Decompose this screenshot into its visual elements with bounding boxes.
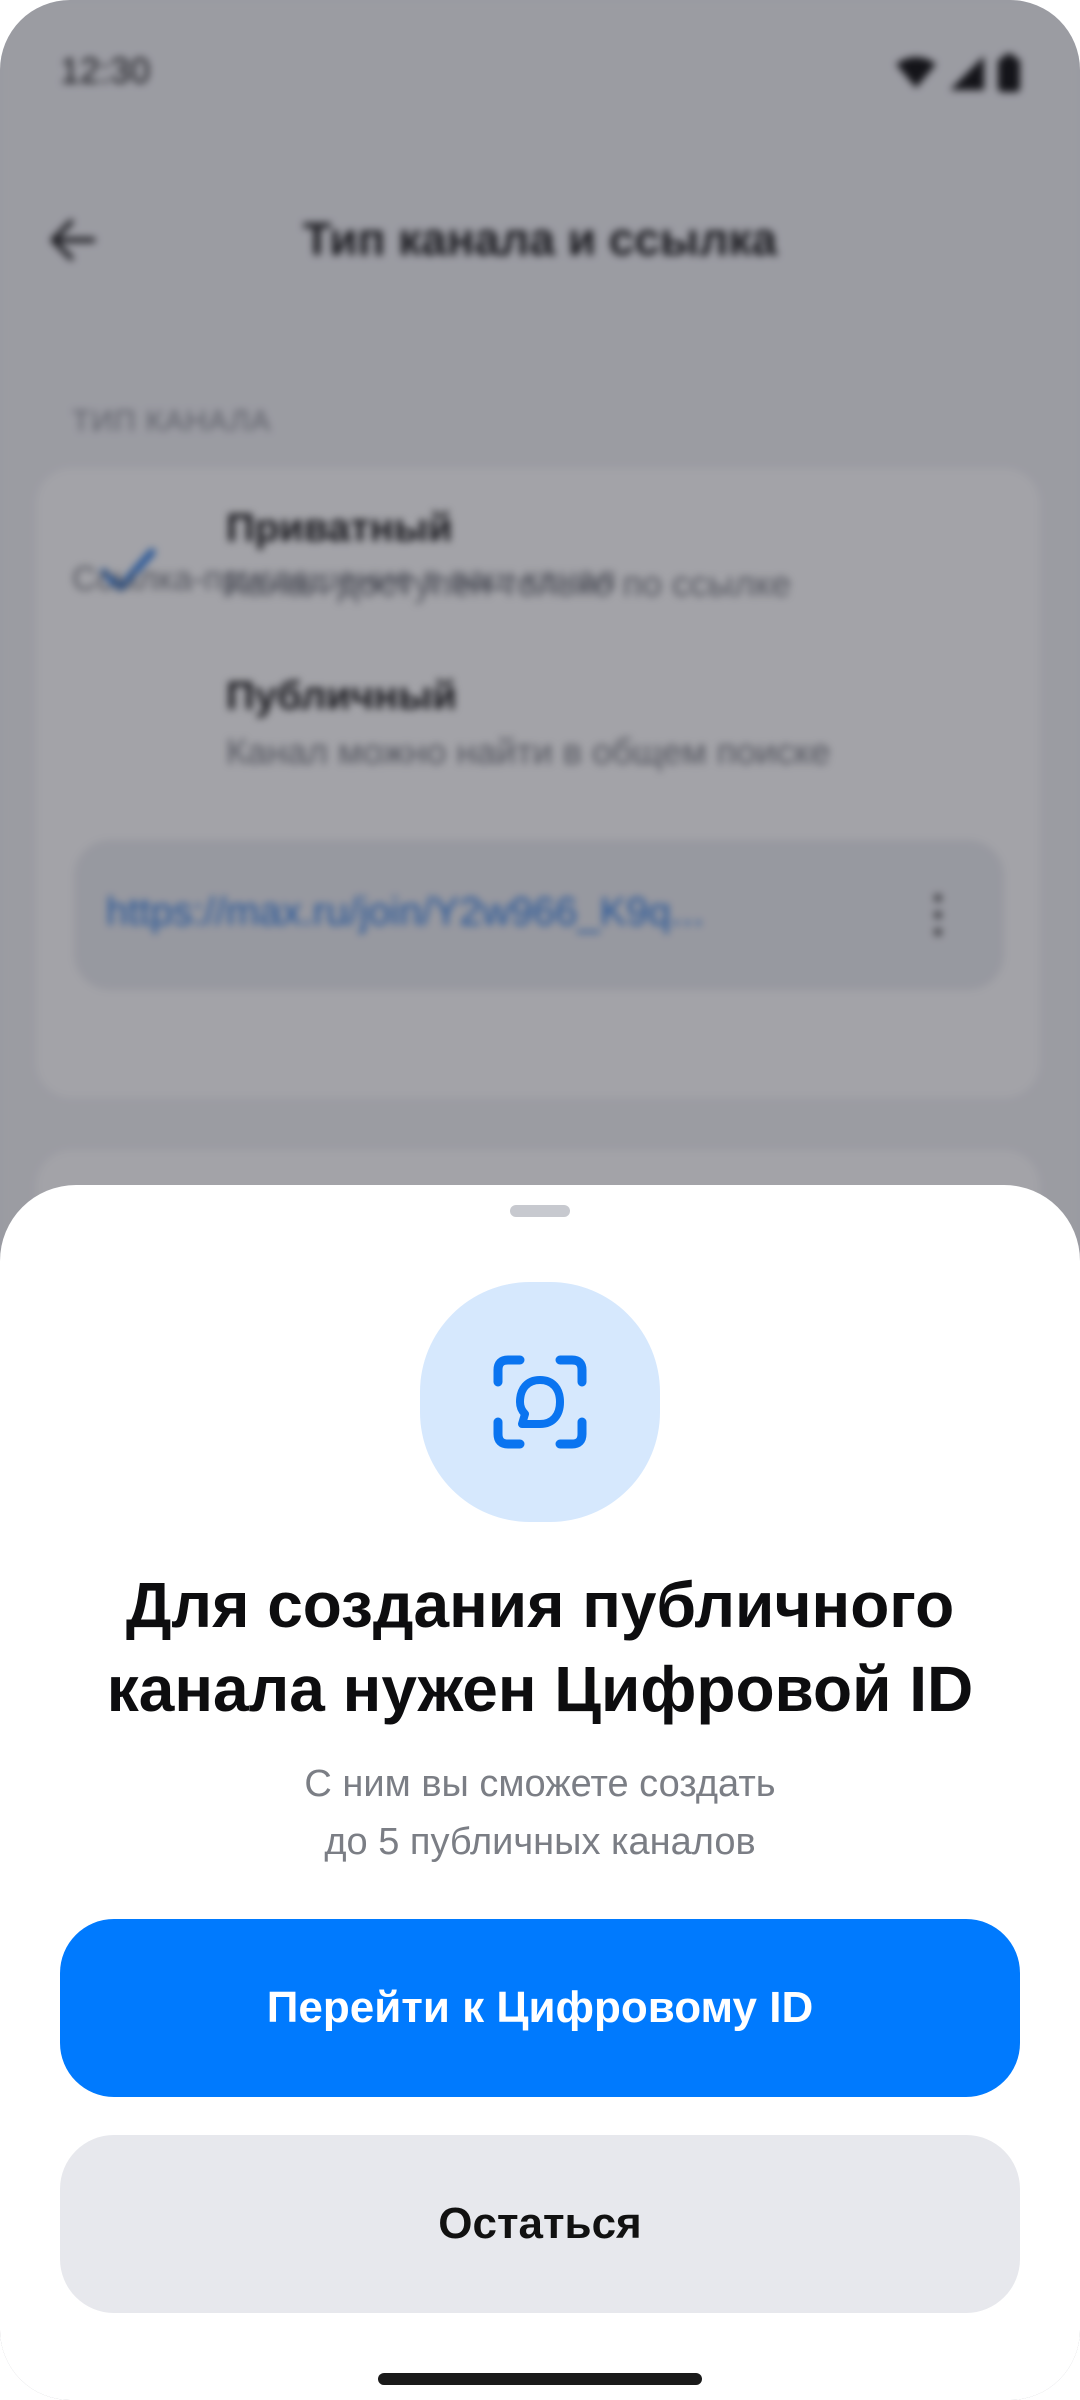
sheet-grabber[interactable] (510, 1205, 570, 1217)
sheet-subtitle: С ним вы сможете создать до 5 публичных … (100, 1755, 980, 1871)
phone-screen: 12:30 Тип канала и ссылка ТИП КАНАЛА При… (0, 0, 1080, 2400)
sheet-title-line: Для создания публичного (125, 1569, 955, 1641)
bottom-sheet: Для создания публичного канала нужен Циф… (0, 1185, 1080, 2400)
face-scan-icon (493, 1355, 587, 1449)
sheet-subtitle-line: до 5 публичных каналов (324, 1821, 756, 1863)
icon-badge (420, 1282, 660, 1522)
go-to-digital-id-button[interactable]: Перейти к Цифровому ID (60, 1919, 1020, 2097)
home-indicator[interactable] (378, 2373, 702, 2385)
sheet-title-line: канала нужен Цифровой ID (106, 1653, 974, 1725)
sheet-subtitle-line: С ним вы сможете создать (304, 1763, 776, 1805)
stay-button[interactable]: Остаться (60, 2135, 1020, 2313)
sheet-title: Для создания публичного канала нужен Циф… (40, 1563, 1040, 1731)
